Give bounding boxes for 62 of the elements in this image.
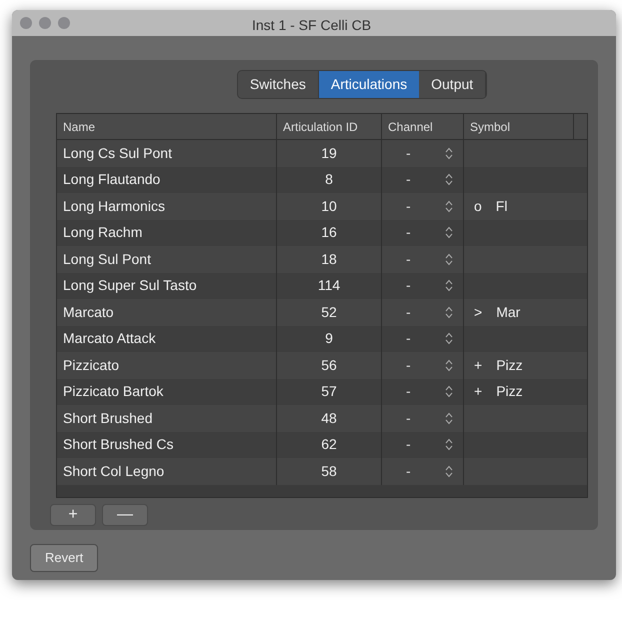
column-header[interactable]: Articulation ID	[277, 114, 382, 139]
stepper-icon	[445, 252, 453, 266]
channel-popup[interactable]: -	[382, 460, 463, 482]
channel-popup[interactable]: -	[382, 169, 463, 190]
remove-button[interactable]: —	[102, 504, 148, 526]
channel-value: -	[406, 276, 411, 296]
table-cell: 58	[277, 458, 382, 484]
table-cell: Short Col Legno	[57, 458, 277, 484]
stepper-icon	[445, 385, 453, 398]
channel-popup[interactable]: -	[382, 196, 463, 217]
revert-button[interactable]: Revert	[30, 544, 98, 572]
stepper-icon	[445, 200, 453, 213]
close-button[interactable]	[20, 17, 32, 29]
channel-popup[interactable]: -	[382, 328, 463, 350]
channel-value: -	[406, 250, 411, 269]
symbol-mark: >	[474, 302, 482, 322]
window-title: Inst 1 - SF Celli CB	[252, 16, 372, 35]
stepper-icon	[445, 226, 453, 240]
stepper-icon	[445, 412, 453, 425]
tab[interactable]: Articulations	[318, 71, 420, 98]
channel-value: -	[406, 223, 411, 242]
channel-value: -	[406, 144, 411, 163]
channel-popup[interactable]: -	[382, 434, 463, 456]
symbol-mark: o	[474, 196, 482, 216]
channel-value: -	[406, 302, 411, 322]
column-header[interactable]: Name	[57, 114, 277, 139]
stepper-icon	[445, 332, 453, 346]
stepper-icon	[445, 358, 453, 372]
channel-popup[interactable]: -	[382, 248, 463, 270]
channel-popup[interactable]: -	[382, 222, 463, 244]
channel-popup[interactable]: -	[382, 381, 463, 402]
channel-value: -	[406, 196, 411, 216]
channel-popup[interactable]: -	[382, 302, 463, 323]
column-header[interactable]: Channel	[382, 114, 464, 139]
stepper-icon	[445, 173, 453, 186]
stepper-icon	[445, 464, 453, 478]
tab[interactable]: Switches	[238, 71, 319, 98]
channel-value: -	[406, 408, 411, 428]
add-button[interactable]: +	[50, 504, 96, 526]
channel-value: -	[406, 435, 411, 454]
symbol-name: Pizz	[496, 382, 523, 402]
symbol-name: Mar	[496, 302, 520, 322]
symbol-mark: +	[474, 356, 482, 375]
symbol-mark: +	[474, 382, 482, 402]
symbol-name: Fl	[496, 196, 508, 216]
channel-popup[interactable]: -	[382, 275, 463, 296]
symbol-name: Pizz	[496, 356, 523, 375]
channel-value: -	[406, 462, 411, 481]
stepper-icon	[445, 306, 453, 319]
channel-popup[interactable]: -	[382, 142, 463, 164]
channel-value: -	[406, 356, 411, 375]
channel-value: -	[406, 170, 411, 190]
zoom-button[interactable]	[58, 17, 70, 29]
stepper-icon	[445, 146, 453, 160]
channel-popup[interactable]: -	[382, 354, 463, 376]
stepper-icon	[445, 279, 453, 292]
channel-value: -	[406, 382, 411, 402]
channel-value: -	[406, 329, 411, 348]
minimize-button[interactable]	[39, 17, 51, 29]
channel-popup[interactable]: -	[382, 408, 463, 429]
stepper-icon	[445, 438, 453, 452]
column-header[interactable]: Symbol	[464, 114, 574, 139]
